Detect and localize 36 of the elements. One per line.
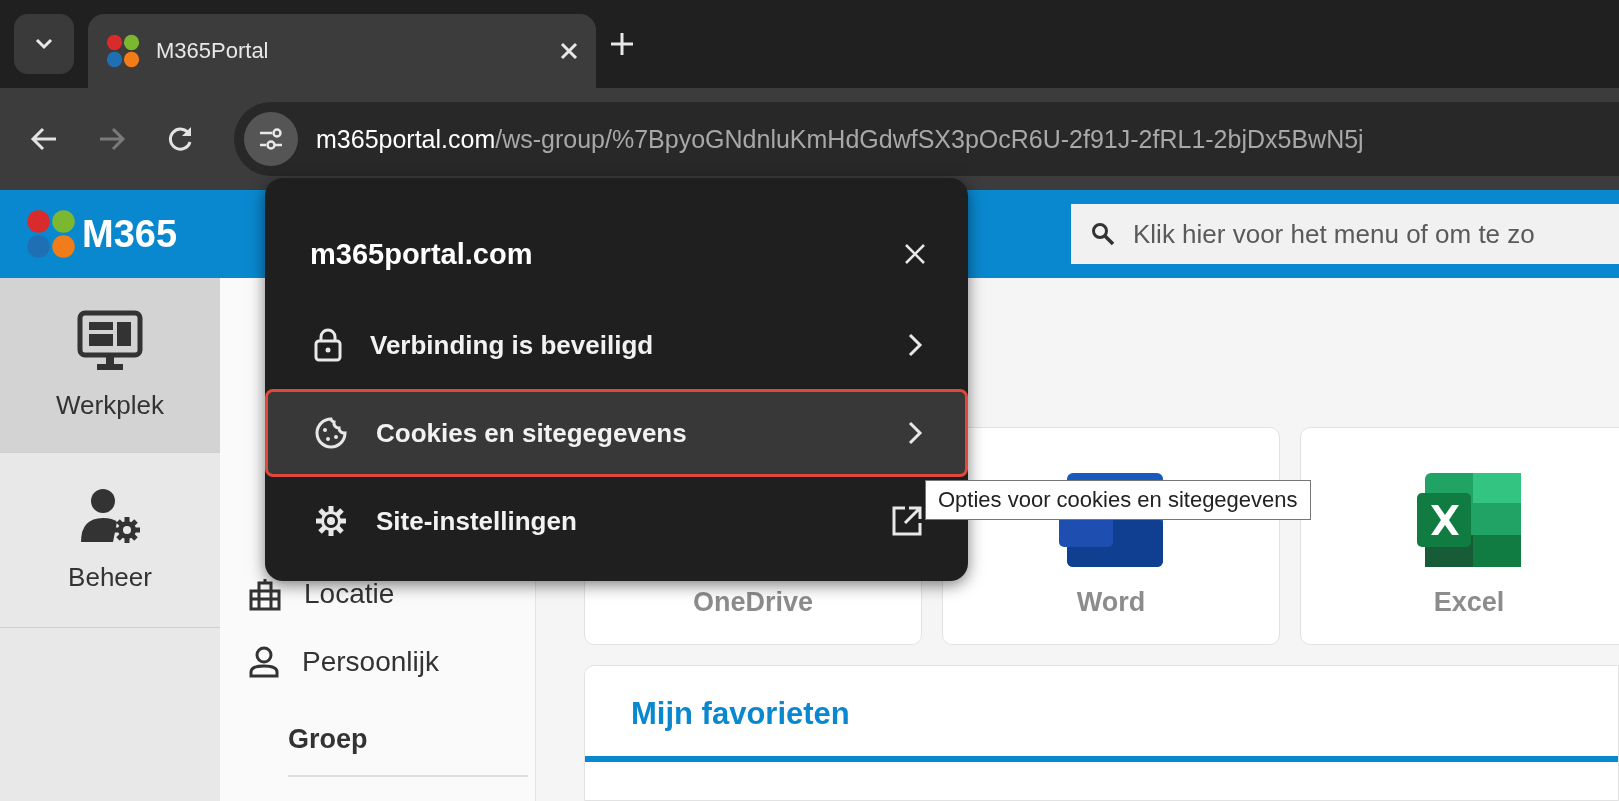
tab-title: M365Portal (156, 38, 270, 64)
search-field[interactable]: Klik hier voor het menu of om te zo (1071, 204, 1619, 264)
settings-icon (314, 504, 348, 538)
chevron-right-icon (907, 332, 923, 358)
caret-down-icon (35, 38, 53, 50)
lock-icon (314, 328, 342, 362)
external-link-icon (891, 505, 923, 537)
sidebar-item[interactable]: Werkplek (0, 278, 220, 453)
user-gear-icon (79, 487, 141, 544)
forward-icon[interactable] (98, 126, 126, 152)
section-heading: Groep (288, 724, 528, 777)
search-icon (1091, 222, 1115, 246)
popup-title: m365portal.com (310, 237, 534, 271)
back-icon[interactable] (30, 126, 58, 152)
close-icon[interactable] (904, 243, 926, 265)
card-title: Mijn favorieten (585, 666, 1618, 762)
close-tab-icon[interactable] (560, 42, 578, 60)
monitor-icon (77, 309, 143, 372)
sliders-icon (258, 126, 284, 152)
menu-item[interactable]: Verbinding is beveiligd (265, 301, 968, 389)
excel-icon (1417, 473, 1521, 567)
nav-item[interactable]: Persoonlijk (248, 628, 535, 696)
chevron-right-icon (907, 420, 923, 446)
reload-icon[interactable] (166, 125, 194, 153)
logo-icon (26, 209, 76, 259)
favicon-icon (106, 34, 140, 68)
new-tab-icon[interactable] (610, 32, 634, 56)
cookie-icon (314, 416, 348, 450)
nav-item[interactable]: Locatie (248, 560, 535, 628)
user-icon (248, 646, 280, 678)
browser-tab[interactable]: M365Portal (88, 14, 596, 88)
menu-item[interactable]: Cookies en sitegegevens (265, 389, 968, 477)
tooltip: Opties voor cookies en sitegegevens (925, 480, 1311, 520)
building-icon (248, 577, 282, 611)
logo-text: M365 (82, 212, 178, 256)
site-info-button[interactable] (244, 112, 298, 166)
